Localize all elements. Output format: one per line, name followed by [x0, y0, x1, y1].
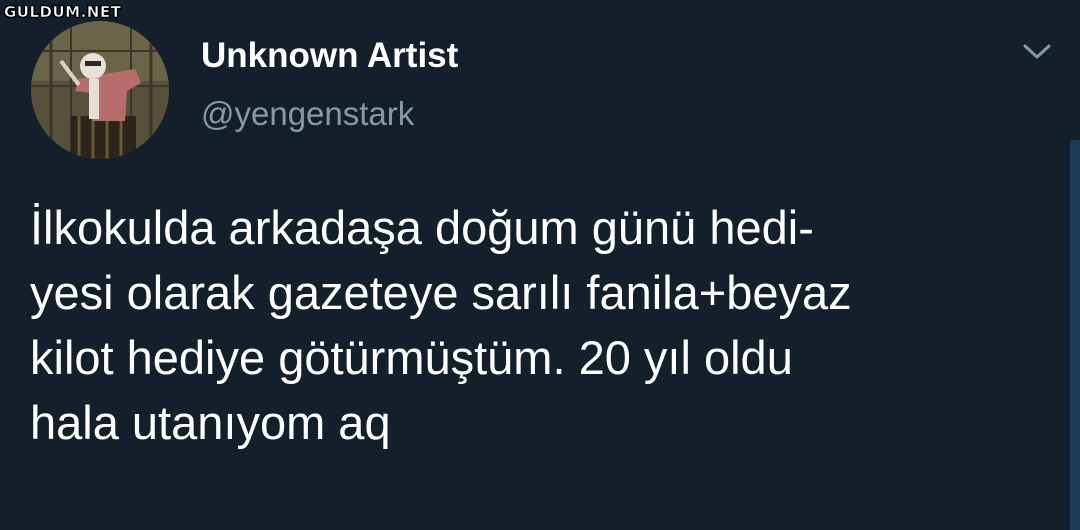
- avatar[interactable]: [31, 21, 169, 159]
- author-display-name[interactable]: Unknown Artist: [201, 38, 458, 73]
- author-handle[interactable]: @yengenstark: [201, 97, 414, 130]
- tweet-card: GULDUM.NET Unknown Artist @yengenstark İ…: [0, 0, 1080, 530]
- scrollbar[interactable]: [1070, 140, 1080, 530]
- tweet-text-line: hala utanıyom aq: [30, 396, 391, 449]
- tweet-text-line: İlkokulda arkadaşa doğum günü hedi-: [30, 201, 814, 254]
- tweet-text-line: yesi olarak gazeteye sarılı fanila+beyaz: [30, 266, 852, 319]
- tweet-text: İlkokulda arkadaşa doğum günü hedi- yesi…: [30, 195, 1060, 455]
- tweet-text-line: kilot hediye götürmüştüm. 20 yıl oldu: [30, 331, 793, 384]
- site-watermark: GULDUM.NET: [4, 3, 122, 22]
- avatar-image: [31, 21, 169, 159]
- chevron-down-icon[interactable]: [1020, 40, 1054, 64]
